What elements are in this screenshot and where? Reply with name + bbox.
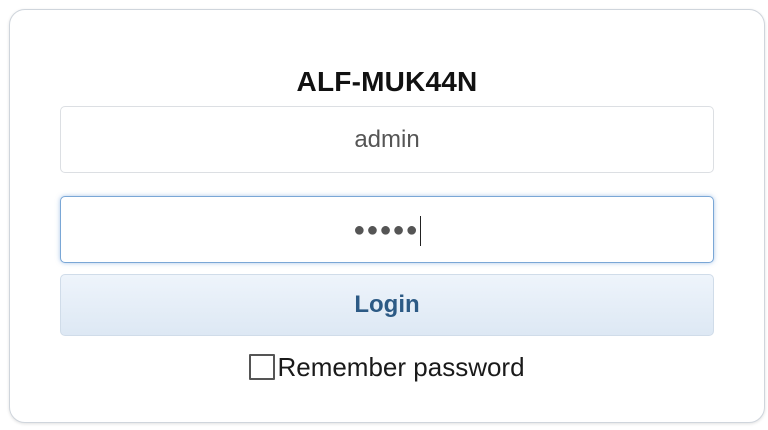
device-title: ALF-MUK44N (296, 66, 478, 97)
password-masked-value: ●●●●● (353, 219, 419, 242)
text-caret (419, 215, 421, 246)
remember-password-row: Remember password (10, 351, 764, 383)
password-input[interactable]: ●●●●● (60, 196, 714, 263)
remember-password-checkbox[interactable] (249, 354, 276, 380)
remember-password-label[interactable]: Remember password (277, 351, 524, 383)
login-card: ALF-MUK44N admin ●●●●● Login Remember pa… (9, 9, 765, 423)
login-button[interactable]: Login (60, 274, 714, 336)
username-input[interactable]: admin (60, 106, 714, 173)
username-value: admin (354, 126, 420, 153)
